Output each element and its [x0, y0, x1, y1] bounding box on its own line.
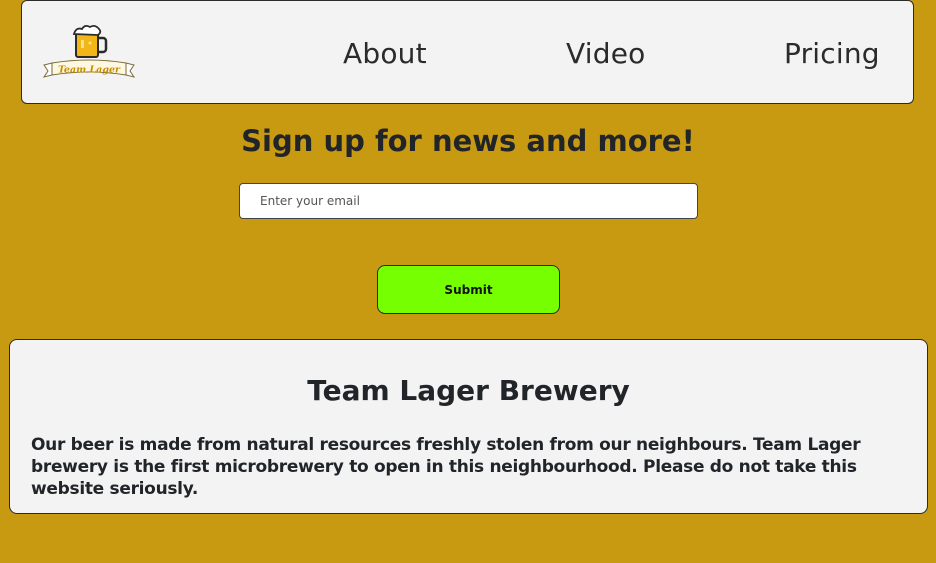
- brewery-title: Team Lager Brewery: [307, 374, 630, 407]
- brewery-description: Our beer is made from natural resources …: [31, 435, 861, 499]
- nav-video-link[interactable]: Video: [566, 37, 645, 70]
- nav-about-link[interactable]: About: [343, 37, 427, 70]
- team-lager-logo[interactable]: Team Lager: [42, 23, 136, 83]
- site-header: Team Lager About Video Pricing: [21, 0, 914, 104]
- submit-button[interactable]: Submit: [377, 265, 560, 314]
- nav-pricing-link[interactable]: Pricing: [784, 37, 880, 70]
- email-field[interactable]: [239, 183, 698, 219]
- beer-mug-icon: Team Lager: [42, 24, 136, 78]
- logo-text: Team Lager: [58, 65, 121, 76]
- signup-heading: Sign up for news and more!: [241, 124, 695, 158]
- brewery-info-card: Team Lager Brewery Our beer is made from…: [9, 339, 928, 514]
